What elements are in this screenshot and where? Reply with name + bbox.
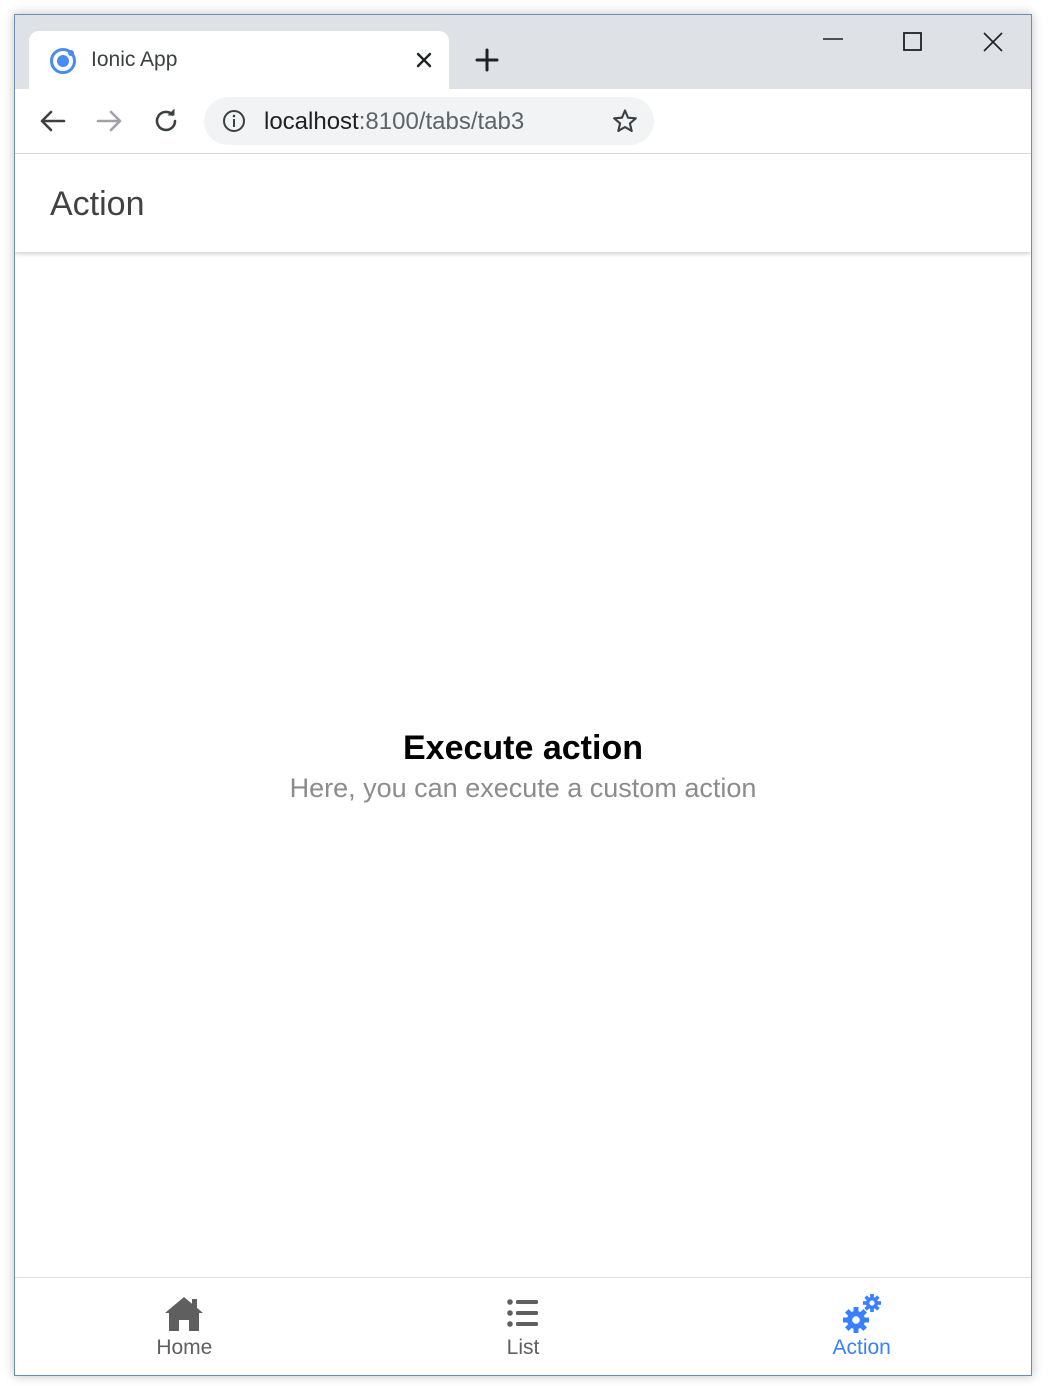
empty-state-subtitle: Here, you can execute a custom action [289,773,757,803]
back-arrow-icon[interactable] [37,105,69,137]
ionic-logo-icon [50,48,76,74]
reload-icon[interactable] [150,105,182,137]
url-text[interactable]: localhost:8100/tabs/tab3 [264,108,524,136]
browser-toolbar: localhost:8100/tabs/tab3 [15,89,1031,154]
close-tab-icon[interactable] [413,49,435,71]
tab-bar: Home List Action [15,1277,1031,1375]
app-header: Action [15,154,1031,252]
main-content: Execute action Here, you can execute a c… [15,252,1031,1279]
tab-strip: Ionic App [15,15,1031,89]
url-path: :8100/tabs/tab3 [358,108,525,135]
empty-state-title: Execute action [403,729,643,767]
tab-action[interactable]: Action [692,1278,1031,1375]
browser-window: Ionic App localhost:8100/tabs/tab3 Actio… [14,14,1032,1376]
tab-list-label: List [506,1336,540,1359]
url-host: localhost [264,108,359,135]
bookmark-star-icon[interactable] [612,108,638,134]
home-icon [165,1297,204,1331]
page-title: Action [50,185,145,223]
minimize-icon[interactable] [803,27,863,57]
tab-home[interactable]: Home [15,1278,354,1375]
empty-state: Execute action Here, you can execute a c… [15,728,1031,806]
tab-list[interactable]: List [354,1278,693,1375]
close-window-icon[interactable] [963,27,1023,57]
address-bar[interactable]: localhost:8100/tabs/tab3 [204,97,654,145]
new-tab-icon[interactable] [473,46,501,74]
cogs-icon [842,1294,881,1333]
forward-arrow-icon[interactable] [93,105,125,137]
tab-title: Ionic App [91,48,178,71]
maximize-icon[interactable] [883,27,943,57]
browser-tab[interactable]: Ionic App [29,31,449,89]
tab-action-label: Action [832,1336,891,1359]
tab-home-label: Home [156,1336,213,1359]
info-icon[interactable] [222,109,246,133]
list-icon [507,1299,538,1327]
